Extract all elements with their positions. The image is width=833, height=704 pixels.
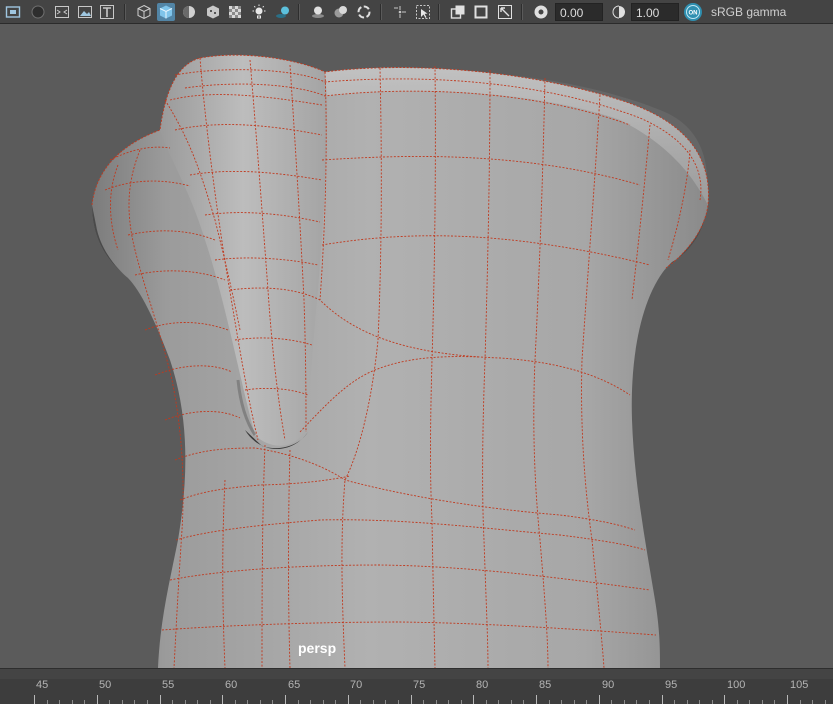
screen-space-ao-icon[interactable] bbox=[332, 3, 350, 21]
minor-tick bbox=[737, 700, 738, 704]
isolate-select-icon[interactable] bbox=[391, 3, 409, 21]
viewport-panel-toolbar: 0.00 1.00 ON sRGB gamma bbox=[0, 0, 833, 24]
time-ruler[interactable]: 45 50 55 60 65 70 75 80 85 90 95 100 105 bbox=[0, 679, 833, 704]
minor-tick bbox=[260, 700, 261, 704]
xray-joints-icon[interactable] bbox=[414, 3, 432, 21]
minor-tick bbox=[310, 700, 311, 704]
minor-tick bbox=[122, 700, 123, 704]
minor-tick bbox=[712, 700, 713, 704]
tick-label: 75 bbox=[413, 679, 426, 691]
gamma-icon[interactable] bbox=[609, 3, 627, 21]
minor-tick bbox=[134, 700, 135, 704]
minor-tick bbox=[59, 700, 60, 704]
perspective-viewport[interactable] bbox=[0, 25, 833, 668]
minor-tick bbox=[574, 700, 575, 704]
minor-tick bbox=[272, 700, 273, 704]
tick-label: 100 bbox=[727, 679, 746, 691]
use-all-lights-icon[interactable] bbox=[250, 3, 268, 21]
minor-tick bbox=[498, 700, 499, 704]
pitcher-mesh bbox=[91, 54, 709, 668]
bookmark-icon[interactable] bbox=[53, 3, 71, 21]
wireframe-icon[interactable] bbox=[135, 3, 153, 21]
minor-tick bbox=[235, 700, 236, 704]
camera-attributes-icon[interactable] bbox=[29, 3, 47, 21]
minor-tick bbox=[247, 700, 248, 704]
tick-label: 85 bbox=[539, 679, 552, 691]
tick-label: 80 bbox=[476, 679, 489, 691]
minor-tick bbox=[749, 700, 750, 704]
default-material-icon[interactable] bbox=[180, 3, 198, 21]
minor-tick bbox=[649, 700, 650, 704]
minor-tick bbox=[298, 700, 299, 704]
minor-tick bbox=[762, 700, 763, 704]
minor-tick bbox=[398, 700, 399, 704]
minor-tick bbox=[72, 700, 73, 704]
minor-tick bbox=[210, 700, 211, 704]
minor-tick bbox=[335, 700, 336, 704]
minor-tick bbox=[800, 700, 801, 704]
minor-tick bbox=[636, 700, 637, 704]
smooth-shade-icon[interactable] bbox=[157, 3, 175, 21]
color-space-label[interactable]: sRGB gamma bbox=[711, 3, 786, 21]
ambient-occlusion-icon[interactable] bbox=[309, 3, 327, 21]
minor-tick bbox=[523, 700, 524, 704]
minor-tick bbox=[197, 700, 198, 704]
minor-tick bbox=[812, 700, 813, 704]
minor-tick bbox=[172, 700, 173, 704]
tick-label: 70 bbox=[350, 679, 363, 691]
field-chart-icon[interactable] bbox=[496, 3, 514, 21]
minor-tick bbox=[185, 700, 186, 704]
resolution-gate-icon[interactable] bbox=[449, 3, 467, 21]
minor-tick bbox=[611, 700, 612, 704]
tick-label: 45 bbox=[36, 679, 49, 691]
minor-tick bbox=[385, 700, 386, 704]
minor-tick bbox=[511, 700, 512, 704]
camera-name-label: persp bbox=[298, 640, 337, 656]
minor-tick bbox=[323, 700, 324, 704]
tick-label: 95 bbox=[665, 679, 678, 691]
minor-tick bbox=[687, 700, 688, 704]
minor-tick bbox=[109, 700, 110, 704]
color-management-icon[interactable]: ON bbox=[684, 3, 702, 21]
xray-icon[interactable] bbox=[226, 3, 244, 21]
gate-mask-icon[interactable] bbox=[472, 3, 490, 21]
tick-label: 65 bbox=[288, 679, 301, 691]
minor-tick bbox=[436, 700, 437, 704]
minor-tick bbox=[47, 700, 48, 704]
minor-tick bbox=[486, 700, 487, 704]
tick-label: 55 bbox=[162, 679, 175, 691]
minor-tick bbox=[448, 700, 449, 704]
tick-label: 60 bbox=[225, 679, 238, 691]
tick-label: 105 bbox=[790, 679, 809, 691]
textured-icon[interactable] bbox=[204, 3, 222, 21]
exposure-icon[interactable] bbox=[532, 3, 550, 21]
minor-tick bbox=[624, 700, 625, 704]
image-plane-icon[interactable] bbox=[76, 3, 94, 21]
motion-blur-icon[interactable] bbox=[355, 3, 373, 21]
shadows-icon[interactable] bbox=[274, 3, 292, 21]
minor-tick bbox=[423, 700, 424, 704]
tick-label: 50 bbox=[99, 679, 112, 691]
2d-pan-zoom-icon[interactable] bbox=[98, 3, 116, 21]
minor-tick bbox=[360, 700, 361, 704]
minor-tick bbox=[461, 700, 462, 704]
gamma-field[interactable]: 1.00 bbox=[631, 3, 679, 21]
minor-tick bbox=[549, 700, 550, 704]
minor-tick bbox=[674, 700, 675, 704]
exposure-field[interactable]: 0.00 bbox=[555, 3, 603, 21]
minor-tick bbox=[774, 700, 775, 704]
minor-tick bbox=[147, 700, 148, 704]
minor-tick bbox=[699, 700, 700, 704]
minor-tick bbox=[825, 700, 826, 704]
minor-tick bbox=[561, 700, 562, 704]
minor-tick bbox=[586, 700, 587, 704]
minor-tick bbox=[373, 700, 374, 704]
time-slider[interactable]: 45 50 55 60 65 70 75 80 85 90 95 100 105 bbox=[0, 668, 833, 704]
svg-text:ON: ON bbox=[689, 10, 698, 16]
select-camera-icon[interactable] bbox=[4, 3, 22, 21]
tick-label: 90 bbox=[602, 679, 615, 691]
minor-tick bbox=[84, 700, 85, 704]
